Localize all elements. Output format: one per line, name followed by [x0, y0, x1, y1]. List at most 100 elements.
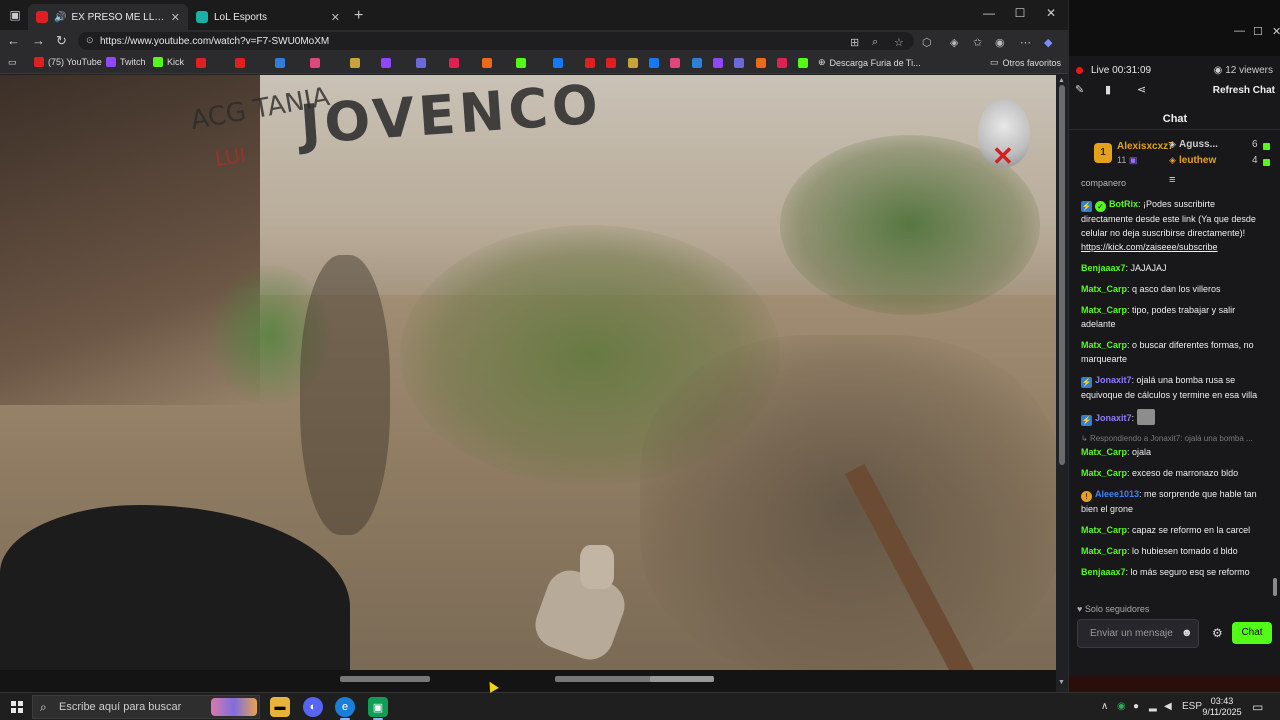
- share-icon[interactable]: ⋖: [1137, 83, 1146, 96]
- edge-icon[interactable]: e: [335, 697, 355, 720]
- tray-overflow-icon[interactable]: ∧: [1101, 701, 1108, 712]
- app-available-icon[interactable]: ⊞: [850, 36, 859, 49]
- video-strip-item: [650, 676, 714, 682]
- chat-username[interactable]: Matx_Carp: [1081, 305, 1127, 315]
- chat-username[interactable]: Jonaxit7: [1095, 375, 1132, 385]
- discord-icon[interactable]: ◐: [303, 697, 323, 717]
- reply-reference[interactable]: ↳ Respondiendo a Jonaxit7: ojalá una bom…: [1081, 433, 1269, 445]
- close-tab-icon[interactable]: ✕: [331, 11, 340, 24]
- video-player[interactable]: ACG TANIA LUI JOVENCO ✕: [0, 75, 1056, 675]
- bookmark-icon[interactable]: [628, 58, 638, 68]
- tab-actions-icon[interactable]: ▣: [6, 6, 24, 24]
- bookmark-icon[interactable]: [585, 58, 595, 68]
- bookmark-icon[interactable]: [692, 58, 702, 68]
- more-menu-icon[interactable]: ⋯: [1020, 36, 1031, 49]
- bookmark-icon[interactable]: [606, 58, 616, 68]
- notification-icon[interactable]: ▭: [1252, 700, 1263, 714]
- tab-lol-esports[interactable]: LoL Esports ✕: [188, 4, 348, 30]
- close-window-button[interactable]: ✕: [1044, 6, 1058, 20]
- chat-username[interactable]: Aleee1013: [1095, 489, 1139, 499]
- new-tab-button[interactable]: +: [354, 7, 363, 25]
- forward-button[interactable]: →: [32, 33, 45, 48]
- chat-username[interactable]: BotRix: [1109, 199, 1138, 209]
- bookmark-icon[interactable]: [310, 58, 320, 68]
- bookmark-descarga[interactable]: ⊕ Descarga Furia de Ti...: [818, 57, 921, 68]
- emoji-icon[interactable]: ☻: [1181, 627, 1193, 639]
- kick-app-icon[interactable]: ▣: [368, 697, 388, 720]
- bookmark-youtube[interactable]: (75) YouTube: [34, 57, 102, 67]
- chat-username[interactable]: Matx_Carp: [1081, 447, 1127, 457]
- bookmark-icon[interactable]: [734, 58, 744, 68]
- subscribe-link[interactable]: https://kick.com/zaiseee/subscribe: [1081, 242, 1218, 252]
- bookmark-icon[interactable]: [350, 58, 360, 68]
- chat-username[interactable]: Matx_Carp: [1081, 525, 1127, 535]
- edit-icon[interactable]: ✎: [1075, 83, 1084, 96]
- scroll-up-icon[interactable]: ▲: [1058, 77, 1065, 84]
- bookmark-icon[interactable]: [670, 58, 680, 68]
- windows-start-icon[interactable]: [11, 701, 23, 713]
- tray-app-icon[interactable]: ◉: [1117, 701, 1126, 712]
- bookmark-icon[interactable]: [275, 58, 285, 68]
- taskbar-clock[interactable]: 03:43 9/11/2025: [1196, 696, 1248, 718]
- chat-username[interactable]: Jonaxit7: [1095, 413, 1132, 423]
- chat-username[interactable]: Matx_Carp: [1081, 284, 1127, 294]
- taskbar-search[interactable]: ⌕ Escribe aquí para buscar: [32, 695, 260, 719]
- bookmark-icon[interactable]: [235, 58, 245, 68]
- copilot-icon[interactable]: ◆: [1044, 36, 1052, 49]
- extensions-icon[interactable]: ⬡: [922, 36, 932, 49]
- leader-name[interactable]: leuthew: [1179, 155, 1216, 166]
- bookmark-twitch[interactable]: Twitch: [106, 57, 146, 67]
- maximize-button[interactable]: ☐: [1013, 6, 1027, 20]
- minimize-button[interactable]: —: [1234, 25, 1245, 37]
- bookmark-kick[interactable]: Kick: [153, 57, 184, 67]
- bookmark-icon[interactable]: [196, 58, 206, 68]
- close-tab-icon[interactable]: ✕: [171, 11, 180, 24]
- leader-name[interactable]: Alexisxcxz7: [1117, 141, 1174, 152]
- chat-username[interactable]: Benjaaax7: [1081, 263, 1126, 273]
- profile-avatar[interactable]: ◉: [995, 36, 1005, 49]
- file-explorer-icon[interactable]: ▬: [270, 697, 290, 717]
- bookmark-icon[interactable]: [416, 58, 426, 68]
- close-window-button[interactable]: ✕: [1272, 25, 1280, 38]
- volume-icon[interactable]: ◀: [1164, 701, 1172, 712]
- bookmark-icon[interactable]: [553, 58, 563, 68]
- scrollbar-thumb[interactable]: [1059, 85, 1065, 465]
- other-favorites-folder[interactable]: ▭ Otros favoritos: [990, 57, 1061, 68]
- bookmark-icon[interactable]: [381, 58, 391, 68]
- back-button[interactable]: ←: [7, 33, 20, 48]
- maximize-button[interactable]: ☐: [1253, 25, 1263, 38]
- tab-youtube-video[interactable]: 🔊 EX PRESO ME LLEVA a LOS B ✕: [28, 4, 188, 30]
- bookmark-icon[interactable]: [756, 58, 766, 68]
- scroll-down-icon[interactable]: ▼: [1058, 679, 1065, 686]
- bookmark-icon[interactable]: [449, 58, 459, 68]
- chat-scrollbar[interactable]: [1273, 578, 1277, 596]
- address-bar[interactable]: ⊙ https://www.youtube.com/watch?v=F7-SWU…: [78, 32, 914, 50]
- minimize-button[interactable]: —: [982, 6, 996, 20]
- bookmark-icon[interactable]: [649, 58, 659, 68]
- bookmark-icon[interactable]: [713, 58, 723, 68]
- chat-username[interactable]: Matx_Carp: [1081, 546, 1127, 556]
- video-icon[interactable]: ▮: [1105, 83, 1111, 96]
- zoom-icon[interactable]: ⌕: [872, 36, 878, 49]
- page-scrollbar[interactable]: ▲ ▼: [1056, 75, 1068, 692]
- bookmark-icon[interactable]: [482, 58, 492, 68]
- bookmark-icon[interactable]: [777, 58, 787, 68]
- favorite-star-icon[interactable]: ☆: [894, 36, 904, 49]
- gear-icon[interactable]: ⚙: [1212, 626, 1223, 640]
- network-icon[interactable]: ▂: [1149, 701, 1157, 712]
- bookmark-icon[interactable]: [516, 58, 526, 68]
- refresh-chat-button[interactable]: Refresh Chat: [1213, 85, 1275, 96]
- chat-username[interactable]: Benjaaax7: [1081, 567, 1126, 577]
- chat-username[interactable]: Matx_Carp: [1081, 340, 1127, 350]
- bookmark-icon[interactable]: [798, 58, 808, 68]
- favorites-icon[interactable]: ✩: [973, 36, 982, 49]
- microphone-icon[interactable]: ●: [1133, 701, 1139, 712]
- bookmarks-bar-toggle-icon[interactable]: ▭: [8, 57, 17, 68]
- chat-username[interactable]: Matx_Carp: [1081, 468, 1127, 478]
- leader-name[interactable]: Aguss...: [1179, 139, 1218, 150]
- site-info-icon[interactable]: ⊙: [86, 35, 94, 46]
- speaker-icon[interactable]: 🔊: [54, 12, 66, 23]
- send-chat-button[interactable]: Chat: [1232, 622, 1272, 644]
- extension-icon[interactable]: ◈: [950, 36, 958, 49]
- reload-button[interactable]: ↻: [56, 33, 67, 49]
